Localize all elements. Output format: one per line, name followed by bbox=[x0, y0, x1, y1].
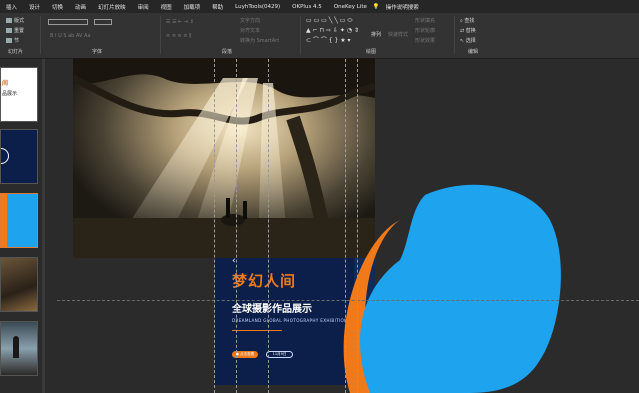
bold-italic-buttons[interactable]: B I U S ab AV Aa bbox=[50, 33, 91, 39]
thumb-circle-shape bbox=[1, 148, 9, 164]
section-button[interactable]: 节 bbox=[6, 37, 19, 44]
shape-outline-button[interactable]: 形状轮廓 bbox=[415, 27, 435, 34]
layout-icon bbox=[6, 18, 12, 23]
list-buttons[interactable]: ☰ ☰ ⇤ ⇥ ↕ bbox=[166, 19, 194, 25]
slides-panel: 间 品展示 bbox=[0, 59, 45, 393]
text-direction-button[interactable]: 文字方向 bbox=[240, 17, 260, 24]
menu-item[interactable]: 帮助 bbox=[206, 3, 229, 11]
menu-item[interactable]: 动画 bbox=[69, 3, 92, 11]
slide-thumbnail-4[interactable] bbox=[0, 257, 38, 312]
lightbulb-icon: 💡 bbox=[372, 3, 380, 10]
menu-item[interactable]: 插入 bbox=[0, 3, 23, 11]
guide-vertical-1 bbox=[214, 59, 215, 393]
layout-button[interactable]: 版式 bbox=[6, 17, 24, 24]
font-size-box[interactable] bbox=[94, 19, 112, 25]
guide-vertical-5 bbox=[357, 59, 358, 393]
slide-title[interactable]: 梦幻人间 bbox=[232, 270, 296, 291]
shapes-gallery-row2[interactable]: ▲ ⌐ ⊓ ⇨ ⇩ ✦ ◔ ⇕ bbox=[306, 28, 359, 34]
guide-vertical-3 bbox=[268, 59, 269, 393]
slide-thumbnail-3-selected[interactable] bbox=[0, 193, 38, 248]
menu-item[interactable]: 操作说明搜索 bbox=[380, 3, 425, 11]
menu-item[interactable]: LuyhTools(0429) bbox=[229, 4, 286, 10]
menu-item[interactable]: 设计 bbox=[23, 3, 46, 11]
replace-button[interactable]: ⇄ 替换 bbox=[460, 27, 476, 34]
menu-item[interactable]: 切换 bbox=[46, 3, 69, 11]
arrange-button[interactable]: 排列 bbox=[371, 31, 381, 38]
shapes-gallery-row1[interactable]: ▭ ▭ ▭ ╲ ╲ ▭ ⬭ bbox=[306, 18, 352, 24]
menu-item[interactable]: 幻灯片放映 bbox=[92, 3, 132, 11]
menu-item[interactable]: 审阅 bbox=[132, 3, 155, 11]
panel-scrollbar[interactable] bbox=[42, 59, 45, 393]
menu-item[interactable]: OKPlus 4.5 bbox=[286, 4, 328, 10]
menu-item[interactable]: 加载项 bbox=[178, 3, 207, 11]
slide-thumbnail-1[interactable]: 间 品展示 bbox=[0, 67, 38, 122]
guide-horizontal bbox=[57, 300, 639, 301]
separator bbox=[40, 16, 41, 54]
align-text-button[interactable]: 对齐文本 bbox=[240, 27, 260, 34]
ribbon: 版式 重置 节 幻灯片 B I U S ab AV Aa 字体 ☰ ☰ ⇤ ⇥ … bbox=[0, 13, 639, 59]
align-buttons[interactable]: ≡ ≡ ≡ ≡ ⫼ bbox=[166, 33, 191, 39]
slide-thumbnail-2[interactable] bbox=[0, 129, 38, 184]
menu-item[interactable]: OneKey Lite bbox=[328, 4, 373, 10]
reset-button[interactable]: 重置 bbox=[6, 27, 24, 34]
orange-divider-line bbox=[232, 330, 282, 331]
guide-vertical-2 bbox=[236, 59, 237, 393]
shape-fill-button[interactable]: 形状填充 bbox=[415, 17, 435, 24]
paragraph-group-label: 段落 bbox=[222, 49, 233, 55]
slide-subtitle[interactable]: 全球摄影作品展示 bbox=[232, 300, 312, 315]
shapes-gallery-row3[interactable]: ⊂ ⌒ ⌒ { } ★ ▾ bbox=[306, 38, 351, 44]
slides-group-label: 幻灯片 bbox=[8, 49, 24, 55]
decorative-blob[interactable] bbox=[330, 180, 590, 393]
thumb-title-fragment: 间 bbox=[2, 80, 9, 87]
menu-bar: 插入 设计 切换 动画 幻灯片放映 审阅 视图 加载项 帮助 LuyhTools(0429) OKP… bbox=[0, 0, 639, 13]
thumb-subtitle-fragment: 品展示 bbox=[2, 91, 18, 97]
smartart-button[interactable]: 转换为 SmartArt bbox=[240, 37, 279, 44]
separator bbox=[454, 16, 455, 54]
menu-item[interactable]: 视图 bbox=[155, 3, 178, 11]
date-pill[interactable]: 11月9日 bbox=[266, 351, 293, 358]
font-group-label: 字体 bbox=[92, 49, 103, 55]
quick-styles-button[interactable]: 快速样式 bbox=[388, 31, 408, 38]
slide-thumbnail-5[interactable] bbox=[0, 321, 38, 376]
drawing-group-label: 绘图 bbox=[366, 49, 377, 55]
guide-vertical-4 bbox=[345, 59, 346, 393]
reset-icon bbox=[6, 28, 12, 33]
shape-effect-button[interactable]: 形状效果 bbox=[415, 37, 435, 44]
editing-group-label: 编辑 bbox=[468, 49, 479, 55]
separator bbox=[160, 16, 161, 54]
separator bbox=[300, 16, 301, 54]
font-name-box[interactable] bbox=[48, 19, 88, 25]
find-button[interactable]: ⌕ 查找 bbox=[460, 17, 474, 24]
select-button[interactable]: ↖ 选择 bbox=[460, 37, 476, 44]
section-icon bbox=[6, 38, 12, 43]
thumb-hiker-figure bbox=[13, 336, 19, 358]
thumb-orange-edge bbox=[1, 194, 7, 247]
